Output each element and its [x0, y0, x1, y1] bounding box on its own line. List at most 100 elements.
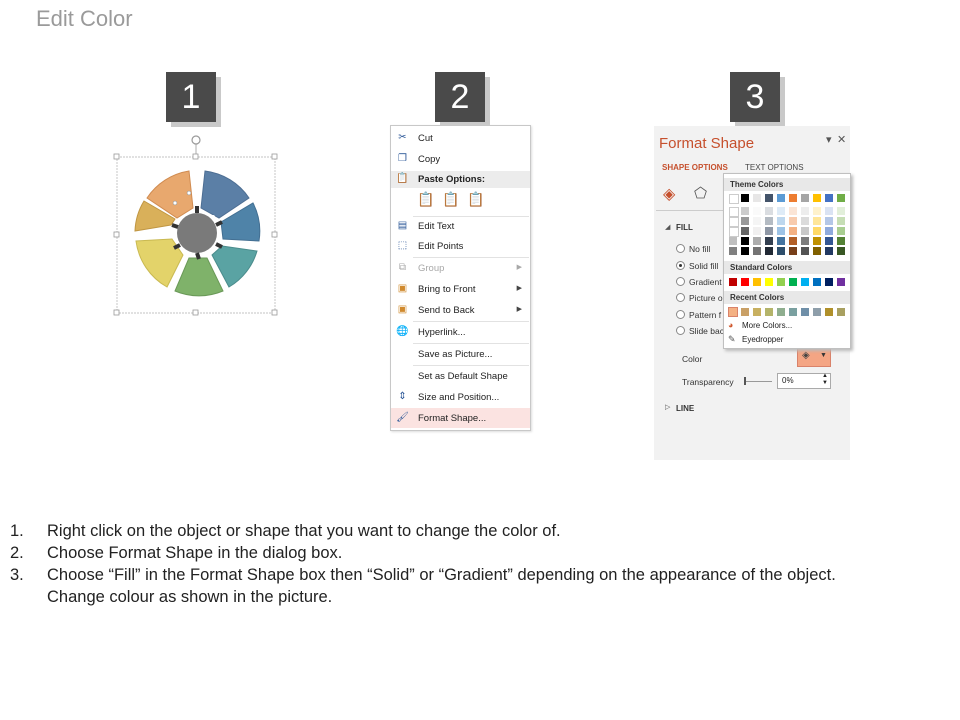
theme-color-swatch[interactable] [729, 247, 737, 255]
recent-color-swatch[interactable] [741, 308, 749, 316]
theme-color-swatch[interactable] [789, 237, 797, 245]
paste-picture-icon[interactable]: 📋 [467, 191, 484, 208]
theme-color-swatch[interactable] [813, 237, 821, 245]
theme-color-swatch[interactable] [813, 207, 821, 215]
fill-expand-icon[interactable]: ◢ [665, 223, 670, 231]
recent-color-swatch[interactable] [777, 308, 785, 316]
spin-up-icon[interactable]: ▲ [822, 373, 828, 379]
menu-item-size-position[interactable]: ⇕ Size and Position... [391, 387, 530, 407]
theme-color-swatch[interactable] [825, 247, 833, 255]
theme-color-swatch[interactable] [837, 207, 845, 215]
radio-no-fill[interactable] [676, 244, 685, 253]
standard-color-swatch[interactable] [741, 278, 749, 286]
color-picker-button[interactable]: ◈ ▼ [797, 348, 831, 367]
recent-color-swatch[interactable] [789, 308, 797, 316]
theme-color-swatch[interactable] [765, 194, 773, 202]
standard-color-swatch[interactable] [825, 278, 833, 286]
standard-color-swatch[interactable] [753, 278, 761, 286]
menu-item-save-as-picture[interactable]: Save as Picture... [391, 344, 530, 364]
theme-color-swatch[interactable] [825, 207, 833, 215]
paste-keep-format-icon[interactable]: 📋 [417, 191, 434, 208]
pane-options-chevron-icon[interactable]: ▾ [826, 133, 832, 146]
theme-color-swatch[interactable] [729, 227, 739, 237]
theme-color-swatch[interactable] [813, 194, 821, 202]
theme-color-swatch[interactable] [813, 247, 821, 255]
theme-color-swatch[interactable] [741, 237, 749, 245]
theme-color-swatch[interactable] [729, 237, 737, 245]
theme-color-swatch[interactable] [729, 217, 739, 227]
standard-color-swatch[interactable] [765, 278, 773, 286]
radio-gradient-fill[interactable] [676, 277, 685, 286]
menu-item-set-default-shape[interactable]: Set as Default Shape [391, 366, 530, 386]
theme-color-swatch[interactable] [741, 247, 749, 255]
theme-color-swatch[interactable] [789, 227, 797, 235]
standard-color-swatch[interactable] [801, 278, 809, 286]
theme-color-swatch[interactable] [729, 207, 739, 217]
theme-color-swatch[interactable] [825, 237, 833, 245]
transparency-slider[interactable] [744, 377, 772, 385]
fill-line-icon[interactable]: ◈ [663, 184, 675, 204]
theme-color-swatch[interactable] [837, 247, 845, 255]
radio-slide-background-fill[interactable] [676, 326, 685, 335]
radio-pattern-fill[interactable] [676, 310, 685, 319]
menu-item-format-shape[interactable]: 🖌 Format Shape... [391, 408, 530, 428]
theme-color-swatch[interactable] [789, 207, 797, 215]
theme-color-swatch[interactable] [765, 227, 773, 235]
close-icon[interactable]: ✕ [837, 133, 846, 146]
theme-color-swatch[interactable] [813, 217, 821, 225]
theme-color-swatch[interactable] [765, 237, 773, 245]
theme-color-swatch[interactable] [801, 247, 809, 255]
standard-color-swatch[interactable] [789, 278, 797, 286]
radio-solid-fill[interactable] [676, 261, 685, 270]
menu-item-edit-points[interactable]: ⬚ Edit Points [391, 236, 530, 256]
theme-color-swatch[interactable] [729, 194, 739, 204]
recent-color-swatch[interactable] [728, 307, 738, 317]
recent-color-swatch[interactable] [813, 308, 821, 316]
theme-color-swatch[interactable] [753, 217, 761, 225]
theme-color-swatch[interactable] [753, 227, 761, 235]
theme-color-swatch[interactable] [741, 194, 749, 202]
line-section-label[interactable]: LINE [676, 404, 694, 413]
line-expand-icon[interactable]: ▷ [665, 403, 670, 411]
theme-color-swatch[interactable] [825, 217, 833, 225]
theme-color-swatch[interactable] [837, 194, 845, 202]
theme-color-swatch[interactable] [789, 247, 797, 255]
theme-color-swatch[interactable] [801, 227, 809, 235]
theme-color-swatch[interactable] [801, 237, 809, 245]
recent-color-swatch[interactable] [801, 308, 809, 316]
theme-color-swatch[interactable] [813, 227, 821, 235]
recent-color-swatch[interactable] [753, 308, 761, 316]
theme-color-swatch[interactable] [765, 217, 773, 225]
recent-color-swatch[interactable] [825, 308, 833, 316]
theme-color-swatch[interactable] [825, 227, 833, 235]
theme-color-swatch[interactable] [753, 237, 761, 245]
theme-color-swatch[interactable] [753, 207, 761, 215]
theme-color-swatch[interactable] [777, 207, 785, 215]
theme-color-swatch[interactable] [777, 217, 785, 225]
theme-color-swatch[interactable] [753, 194, 761, 202]
standard-color-swatch[interactable] [777, 278, 785, 286]
menu-item-group[interactable]: ⧉ Group ▶ [391, 258, 530, 278]
more-colors-item[interactable]: ◕ More Colors... [726, 320, 846, 332]
paste-merge-format-icon[interactable]: 📋 [442, 191, 459, 208]
theme-color-swatch[interactable] [765, 247, 773, 255]
theme-color-swatch[interactable] [801, 207, 809, 215]
theme-color-swatch[interactable] [837, 237, 845, 245]
tab-text-options[interactable]: TEXT OPTIONS [745, 163, 804, 172]
theme-color-swatch[interactable] [801, 194, 809, 202]
menu-item-send-to-back[interactable]: ▣ Send to Back ▶ [391, 300, 530, 320]
recent-color-swatch[interactable] [765, 308, 773, 316]
standard-color-swatch[interactable] [729, 278, 737, 286]
theme-color-swatch[interactable] [765, 207, 773, 215]
theme-color-swatch[interactable] [789, 217, 797, 225]
menu-item-copy[interactable]: ❐ Copy [391, 149, 530, 169]
theme-color-swatch[interactable] [741, 207, 749, 215]
effects-pentagon-icon[interactable]: ⬠ [694, 184, 707, 202]
fill-section-label[interactable]: FILL [676, 223, 693, 232]
theme-color-swatch[interactable] [741, 217, 749, 225]
theme-color-swatch[interactable] [777, 194, 785, 202]
theme-color-swatch[interactable] [753, 247, 761, 255]
theme-color-swatch[interactable] [825, 194, 833, 202]
theme-color-swatch[interactable] [837, 227, 845, 235]
theme-color-swatch[interactable] [777, 247, 785, 255]
